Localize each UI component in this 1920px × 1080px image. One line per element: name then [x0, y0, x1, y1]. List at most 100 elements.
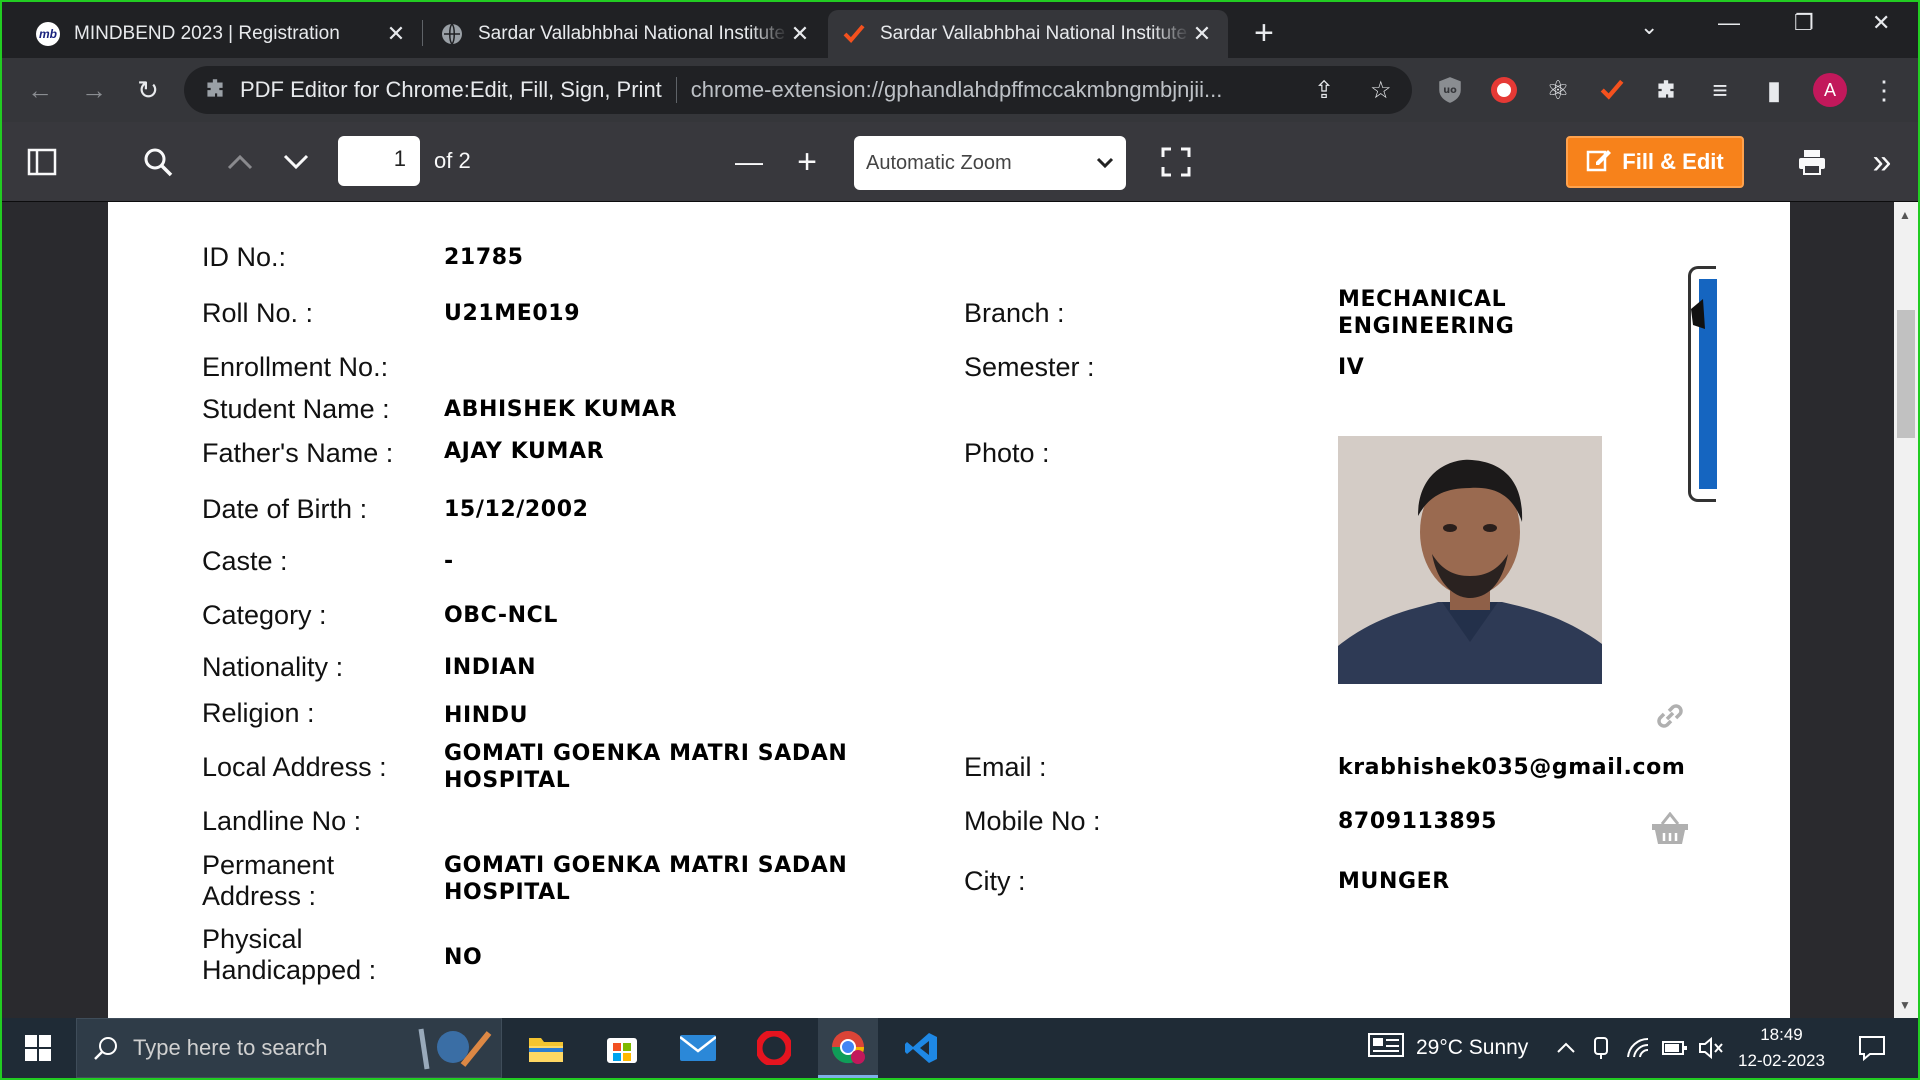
- nationality-value: INDIAN: [444, 655, 537, 680]
- extensions-icon[interactable]: [1646, 58, 1686, 122]
- pdf-editor-extension-icon[interactable]: [1592, 58, 1632, 122]
- id-label: ID No.:: [202, 242, 287, 272]
- volume-muted-icon[interactable]: [1698, 1018, 1724, 1078]
- tab-svnit-1[interactable]: Sardar Vallabhbhai National Institute ✕: [426, 10, 826, 58]
- profile-avatar[interactable]: A: [1810, 58, 1850, 122]
- tab-close-icon[interactable]: ✕: [1190, 21, 1214, 47]
- svg-text:uo: uo: [1443, 85, 1457, 96]
- pdf-viewer-area[interactable]: ID No.: 21785 Roll No. : U21ME019 Enroll…: [2, 202, 1918, 1018]
- weather-text: 29°C Sunny: [1416, 1036, 1529, 1059]
- find-search-icon[interactable]: [140, 122, 176, 202]
- tab-search-chevron-icon[interactable]: ⌄: [1640, 14, 1658, 40]
- branch-value: MECHANICAL ENGINEERING: [1338, 287, 1515, 339]
- previous-page-icon[interactable]: [222, 122, 258, 202]
- vscode-icon[interactable]: [892, 1018, 952, 1078]
- zoom-select[interactable]: Automatic Zoom: [854, 136, 1126, 190]
- photo-label: Photo :: [964, 438, 1050, 468]
- windows-start-icon[interactable]: [8, 1018, 68, 1078]
- email-label: Email :: [964, 752, 1047, 782]
- notification-center-icon[interactable]: [1858, 1018, 1886, 1078]
- sidebar-toggle-icon[interactable]: [24, 122, 60, 202]
- battery-icon[interactable]: [1662, 1018, 1688, 1078]
- page-count-label: of 2: [434, 148, 471, 173]
- scroll-down-icon[interactable]: ▼: [1899, 998, 1911, 1012]
- edit-pencil-icon: [1586, 146, 1612, 178]
- clock-date: 12-02-2023: [1738, 1051, 1825, 1070]
- scroll-up-icon[interactable]: ▲: [1899, 208, 1911, 222]
- student-photo: [1338, 436, 1602, 684]
- branch-label: Branch :: [964, 298, 1065, 328]
- dob-label: Date of Birth :: [202, 494, 368, 524]
- clock[interactable]: 18:49 12-02-2023: [1738, 1018, 1825, 1078]
- weather-widget[interactable]: 29°C Sunny: [1368, 1018, 1528, 1078]
- print-icon[interactable]: [1794, 122, 1830, 202]
- window-close-icon[interactable]: ✕: [1872, 10, 1890, 36]
- landline-label: Landline No :: [202, 806, 362, 836]
- zoom-out-icon[interactable]: —: [734, 122, 764, 202]
- roll-value: U21ME019: [444, 301, 581, 326]
- student-name-value: ABHISHEK KUMAR: [444, 397, 678, 422]
- minimize-icon[interactable]: —: [1718, 10, 1740, 36]
- id-value: 21785: [444, 245, 524, 270]
- menu-kebab-icon[interactable]: ⋮: [1864, 58, 1904, 122]
- pdf-editor-icon: [842, 22, 866, 46]
- extension-name: PDF Editor for Chrome:Edit, Fill, Sign, …: [240, 77, 662, 102]
- react-devtools-icon[interactable]: ⚛: [1538, 58, 1578, 122]
- permanent-address-value: GOMATI GOENKA MATRI SADAN HOSPITAL: [444, 853, 848, 905]
- pdf-scrollbar[interactable]: ▲ ▼: [1894, 202, 1918, 1018]
- tab-separator: [422, 20, 423, 46]
- caste-label: Caste :: [202, 546, 288, 576]
- restore-icon[interactable]: ❐: [1794, 10, 1814, 36]
- chrome-icon[interactable]: [818, 1018, 878, 1078]
- fill-edit-button[interactable]: Fill & Edit: [1566, 136, 1744, 188]
- clock-time: 18:49: [1760, 1025, 1803, 1044]
- presentation-mode-icon[interactable]: [1158, 122, 1194, 202]
- ublock-shield-icon[interactable]: uo: [1430, 58, 1470, 122]
- url-text: chrome-extension://gphandlahdpffmccakmbn…: [690, 77, 1223, 102]
- next-page-icon[interactable]: [278, 122, 314, 202]
- record-extension-icon[interactable]: [1484, 58, 1524, 122]
- pdf-toolbar: 1 of 2 — + Automatic Zoom Fill & Edit »: [2, 122, 1918, 202]
- zoom-in-icon[interactable]: +: [792, 122, 822, 202]
- wifi-icon[interactable]: [1626, 1018, 1650, 1078]
- file-explorer-icon[interactable]: [516, 1018, 576, 1078]
- mail-icon[interactable]: [668, 1018, 728, 1078]
- side-panel-icon[interactable]: ▮: [1754, 58, 1794, 122]
- scrollbar-thumb[interactable]: [1897, 310, 1915, 438]
- reload-icon[interactable]: ↻: [128, 58, 168, 122]
- basket-icon[interactable]: [1650, 811, 1690, 851]
- tab-close-icon[interactable]: ✕: [384, 21, 408, 47]
- share-icon[interactable]: ⇪: [1314, 66, 1334, 114]
- address-bar[interactable]: PDF Editor for Chrome:Edit, Fill, Sign, …: [184, 66, 1412, 114]
- roll-label: Roll No. :: [202, 298, 314, 328]
- link-icon[interactable]: [1652, 698, 1688, 739]
- meet-now-icon[interactable]: [1592, 1018, 1610, 1078]
- tab-mindbend[interactable]: mb MINDBEND 2023 | Registration ✕: [22, 10, 422, 58]
- tools-expand-icon[interactable]: »: [1864, 122, 1900, 202]
- student-name-label: Student Name :: [202, 394, 390, 424]
- forward-icon[interactable]: →: [74, 58, 114, 122]
- opera-icon[interactable]: [744, 1018, 804, 1078]
- taskbar-search[interactable]: Type here to search: [76, 1018, 502, 1078]
- side-banner-ad[interactable]: [1688, 266, 1717, 502]
- microsoft-store-icon[interactable]: [592, 1018, 652, 1078]
- father-name-value: AJAY KUMAR: [444, 439, 605, 464]
- globe-icon: [440, 22, 464, 46]
- category-label: Category :: [202, 600, 327, 630]
- tab-close-icon[interactable]: ✕: [788, 21, 812, 47]
- tab-svnit-2-active[interactable]: Sardar Vallabhbhai National Institute ✕: [828, 10, 1228, 58]
- show-hidden-icons-chevron-icon[interactable]: [1556, 1018, 1576, 1078]
- back-icon[interactable]: ←: [20, 58, 60, 122]
- page-number-input[interactable]: 1: [338, 136, 420, 186]
- email-value: krabhishek035@gmail.com: [1338, 755, 1686, 780]
- physical-handicapped-label: Physical Handicapped :: [202, 924, 377, 985]
- media-control-icon[interactable]: ≡: [1700, 58, 1740, 122]
- browser-toolbar: ← → ↻ PDF Editor for Chrome:Edit, Fill, …: [2, 58, 1918, 122]
- search-highlight-cricket-icon: [413, 1025, 493, 1079]
- search-icon: [93, 1035, 119, 1067]
- new-tab-button[interactable]: +: [1254, 14, 1274, 53]
- tab-strip: mb MINDBEND 2023 | Registration ✕ Sardar…: [2, 2, 1918, 58]
- caste-value: -: [444, 549, 454, 574]
- bookmark-star-icon[interactable]: ☆: [1370, 66, 1392, 114]
- taskbar-search-placeholder: Type here to search: [133, 1035, 328, 1060]
